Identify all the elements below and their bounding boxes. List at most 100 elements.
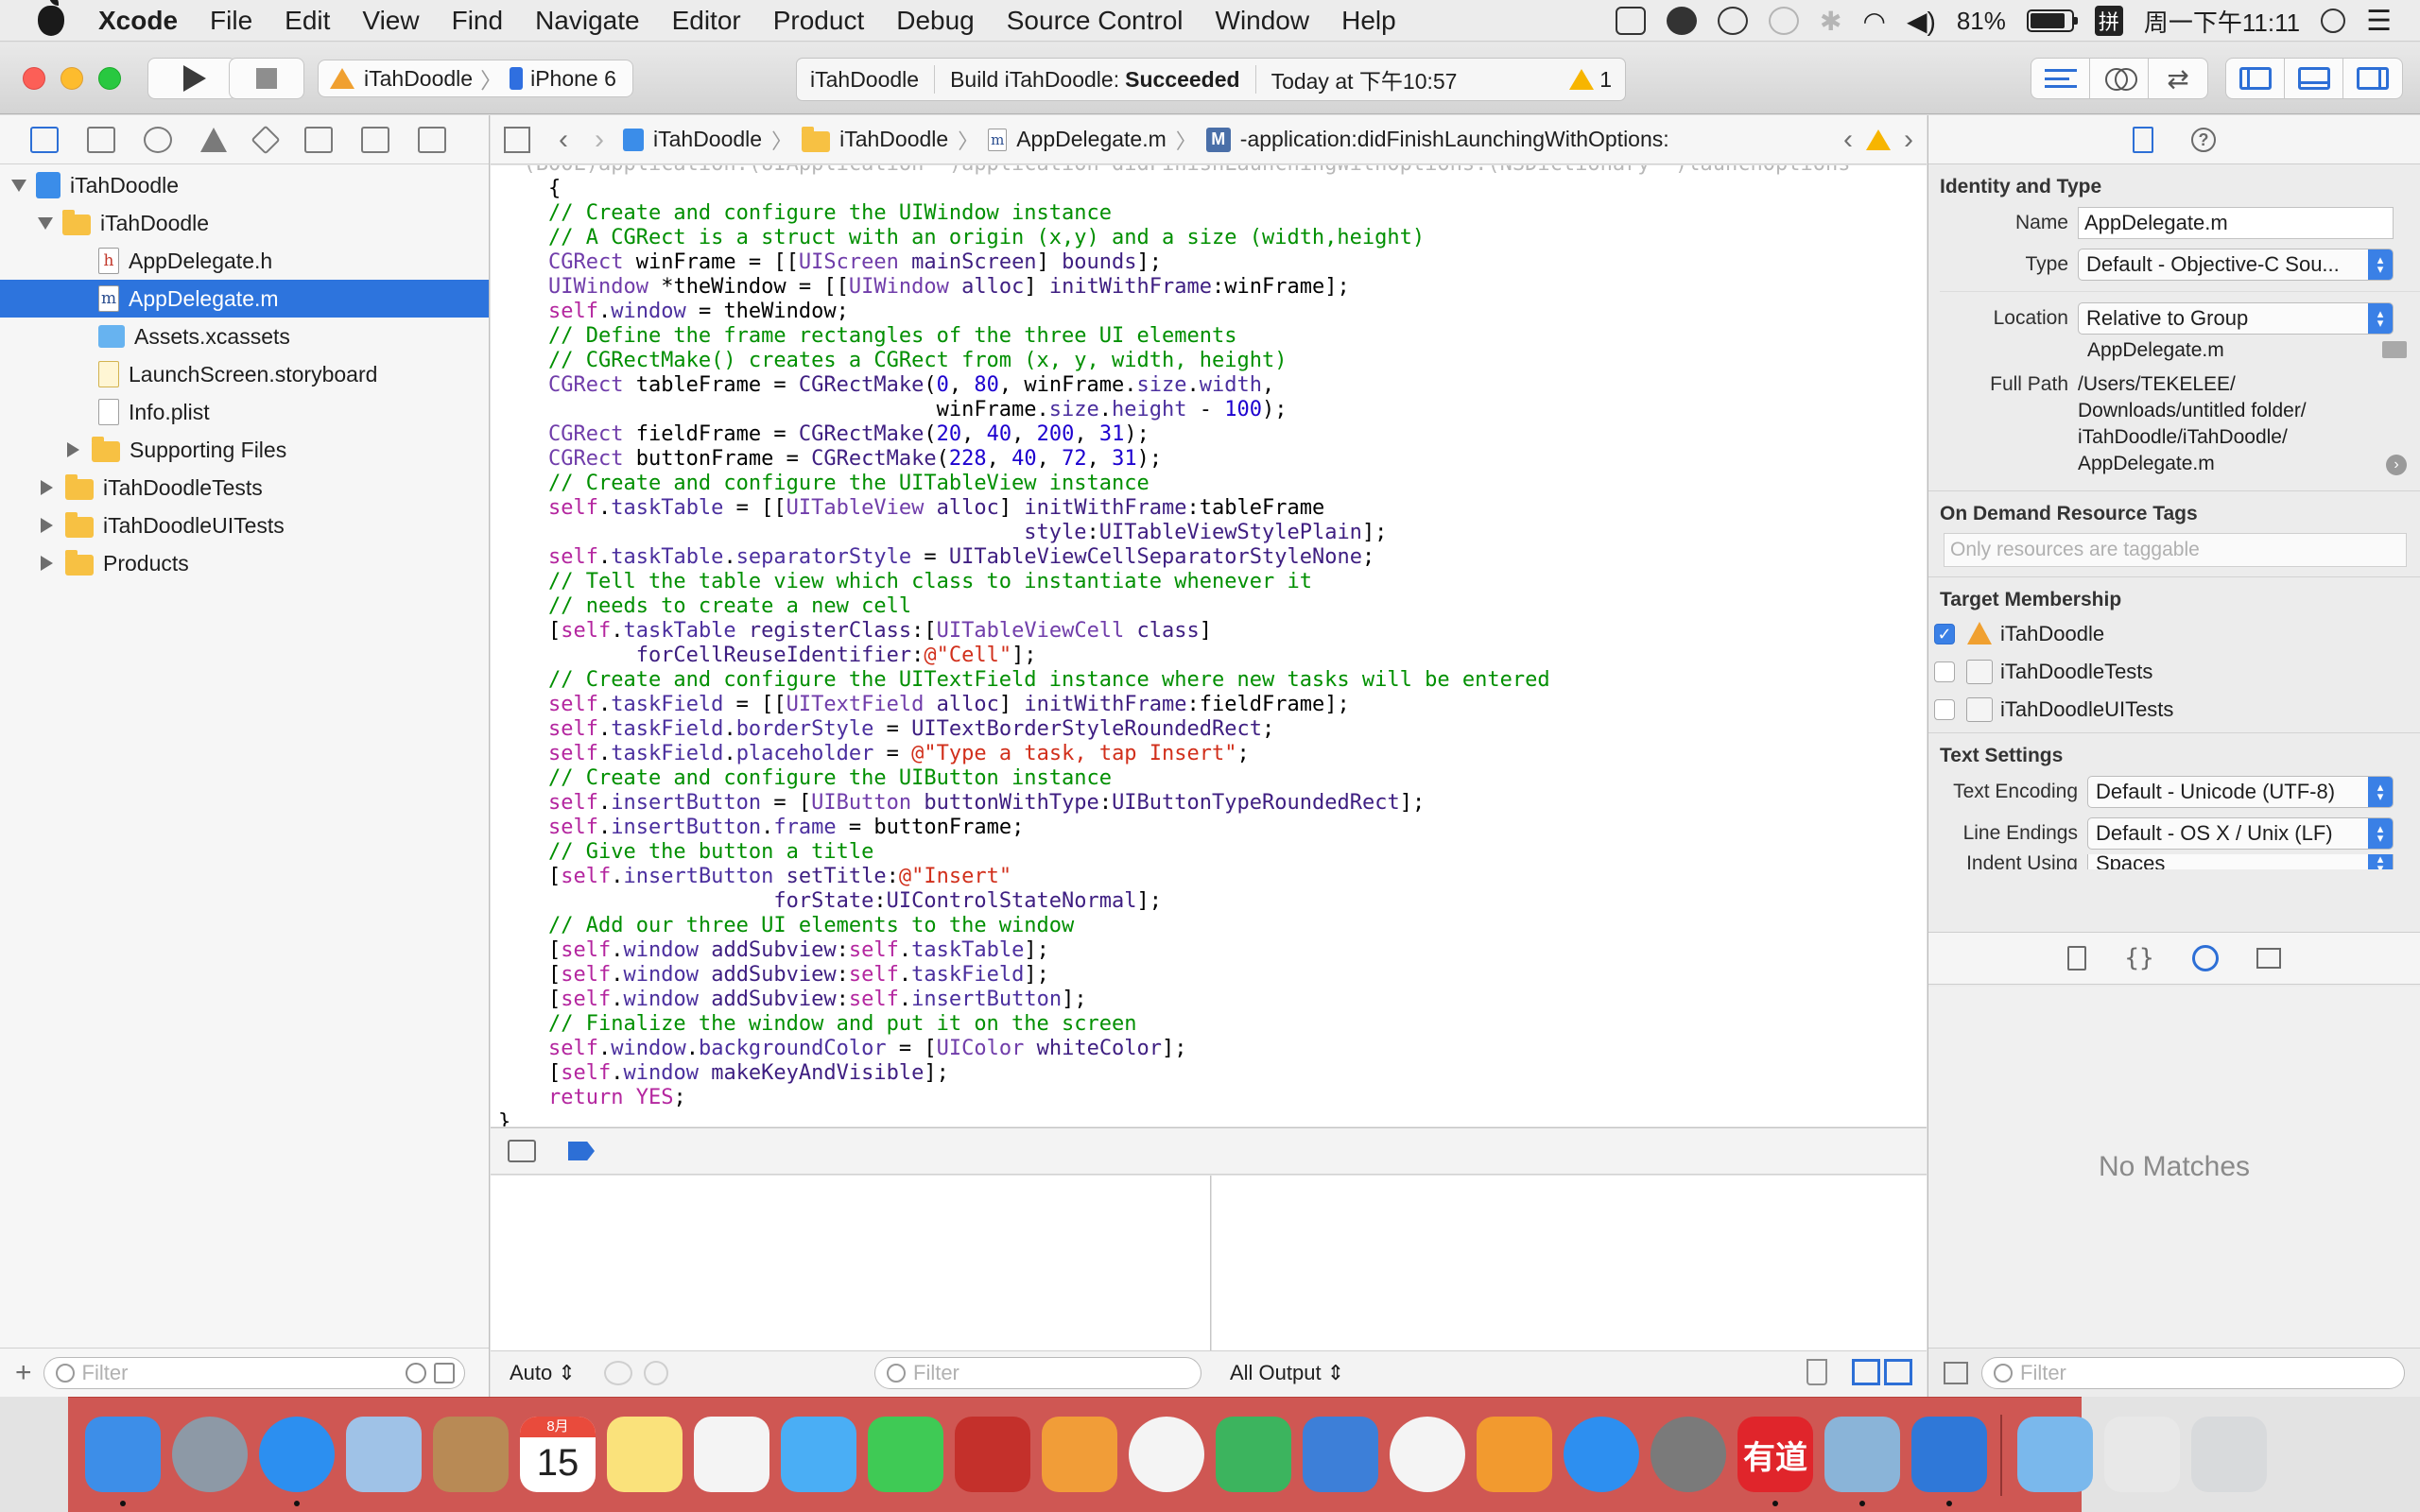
project-navigator-tab-icon[interactable] bbox=[30, 126, 59, 153]
assistant-editor-button[interactable] bbox=[2090, 59, 2149, 98]
breakpoint-navigator-tab-icon[interactable] bbox=[361, 126, 389, 153]
calendar-icon[interactable]: 8月 15 bbox=[520, 1417, 596, 1492]
code-line[interactable]: return YES; bbox=[498, 1086, 1927, 1110]
photos-icon[interactable] bbox=[1129, 1417, 1204, 1492]
disclosure-open-icon[interactable] bbox=[11, 179, 26, 192]
console-output-popup[interactable]: All Output ⇕ bbox=[1230, 1361, 1344, 1385]
warning-icon[interactable] bbox=[1866, 129, 1891, 150]
menu-debug[interactable]: Debug bbox=[880, 6, 991, 36]
menu-find[interactable]: Find bbox=[436, 6, 519, 36]
file-template-library-icon[interactable] bbox=[2067, 946, 2087, 971]
keynote-icon[interactable] bbox=[1303, 1417, 1378, 1492]
menu-help[interactable]: Help bbox=[1325, 6, 1412, 36]
breakpoints-toggle-icon[interactable] bbox=[568, 1142, 595, 1160]
disclosure-closed-icon[interactable] bbox=[41, 556, 53, 571]
jumpbar-project[interactable]: iTahDoodle bbox=[653, 127, 762, 152]
launchpad-icon[interactable] bbox=[172, 1417, 248, 1492]
battery-icon[interactable] bbox=[2026, 9, 2078, 32]
file-tree-row[interactable]: Products bbox=[0, 544, 489, 582]
find-navigator-tab-icon[interactable] bbox=[144, 126, 172, 153]
code-line[interactable]: // A CGRect is a struct with an origin (… bbox=[498, 226, 1927, 250]
disclosure-closed-icon[interactable] bbox=[41, 480, 53, 495]
menu-edit[interactable]: Edit bbox=[268, 6, 346, 36]
name-field[interactable]: AppDelegate.m bbox=[2078, 207, 2394, 239]
standard-editor-button[interactable] bbox=[2031, 59, 2090, 98]
wifi-icon[interactable]: ◠ bbox=[1863, 6, 1886, 37]
source-editor[interactable]: - (BOOL)application:(UIApplication *)app… bbox=[491, 165, 1927, 1126]
related-items-icon[interactable] bbox=[504, 126, 530, 153]
code-line[interactable]: self.insertButton = [UIButton buttonWith… bbox=[498, 791, 1927, 816]
warning-indicator[interactable]: 1 bbox=[1569, 67, 1612, 93]
code-line[interactable]: // Finalize the window and put it on the… bbox=[498, 1012, 1927, 1037]
navigator-filter-field[interactable]: Filter bbox=[43, 1356, 465, 1389]
code-line[interactable]: { bbox=[498, 177, 1927, 201]
menu-app-name[interactable]: Xcode bbox=[98, 6, 194, 36]
app-store-icon[interactable] bbox=[1564, 1417, 1639, 1492]
close-window-button[interactable] bbox=[23, 67, 45, 90]
add-file-button[interactable]: + bbox=[15, 1357, 32, 1389]
code-line[interactable]: self.window = theWindow; bbox=[498, 300, 1927, 324]
code-line[interactable]: forCellReuseIdentifier:@"Cell"]; bbox=[498, 644, 1927, 668]
symbol-navigator-tab-icon[interactable] bbox=[87, 126, 115, 153]
safari-icon[interactable] bbox=[259, 1417, 335, 1492]
scm-filter-icon[interactable] bbox=[433, 1362, 455, 1383]
next-issue-icon[interactable]: › bbox=[1904, 124, 1913, 156]
code-line[interactable]: [self.taskTable registerClass:[UITableVi… bbox=[498, 619, 1927, 644]
documents-stack-icon[interactable] bbox=[2104, 1417, 2180, 1492]
file-tree-row[interactable]: Supporting Files bbox=[0, 431, 489, 469]
menu-source-control[interactable]: Source Control bbox=[991, 6, 1200, 36]
toggle-debug-area-button[interactable] bbox=[2285, 59, 2343, 98]
notification-center-icon[interactable]: ☰ bbox=[2366, 5, 2392, 38]
code-line[interactable]: // Give the button a title bbox=[498, 840, 1927, 865]
code-line[interactable]: // Define the frame rectangles of the th… bbox=[498, 324, 1927, 349]
code-line[interactable]: CGRect fieldFrame = CGRectMake(20, 40, 2… bbox=[498, 422, 1927, 447]
file-tree-row[interactable]: iTahDoodleUITests bbox=[0, 507, 489, 544]
hide-debug-area-icon[interactable] bbox=[508, 1140, 536, 1162]
finder-icon[interactable] bbox=[85, 1417, 161, 1492]
menu-clock[interactable]: 周一下午11:11 bbox=[2144, 4, 2300, 39]
menu-view[interactable]: View bbox=[346, 6, 435, 36]
indent-popup[interactable]: Spaces ▴ ▾ bbox=[2087, 854, 2394, 869]
code-line[interactable]: self.taskTable.separatorStyle = UITableV… bbox=[498, 545, 1927, 570]
notes-icon[interactable] bbox=[607, 1417, 683, 1492]
code-line[interactable]: [self.window makeKeyAndVisible]; bbox=[498, 1061, 1927, 1086]
line-endings-popup[interactable]: Default - OS X / Unix (LF) ▴ ▾ bbox=[2087, 817, 2394, 850]
ibooks-icon[interactable] bbox=[1477, 1417, 1552, 1492]
code-line[interactable]: self.taskField = [[UITextField alloc] in… bbox=[498, 693, 1927, 717]
reveal-in-finder-icon[interactable]: › bbox=[2386, 455, 2407, 475]
jumpbar-file[interactable]: AppDelegate.m bbox=[1016, 127, 1167, 152]
target-checkbox[interactable]: ✓ bbox=[1934, 624, 1955, 644]
photo-booth-icon[interactable] bbox=[955, 1417, 1030, 1492]
code-line[interactable]: } bbox=[498, 1110, 1927, 1126]
code-line[interactable]: self.taskField.borderStyle = UITextBorde… bbox=[498, 717, 1927, 742]
console-view[interactable] bbox=[1212, 1176, 1927, 1350]
code-line[interactable]: forState:UIControlStateNormal]; bbox=[498, 889, 1927, 914]
disclosure-closed-icon[interactable] bbox=[41, 518, 53, 533]
target-checkbox[interactable] bbox=[1934, 662, 1955, 682]
variables-view[interactable] bbox=[491, 1176, 1211, 1350]
code-line[interactable]: self.taskField.placeholder = @"Type a ta… bbox=[498, 742, 1927, 766]
show-variables-icon[interactable] bbox=[1852, 1359, 1880, 1385]
test-navigator-tab-icon[interactable] bbox=[251, 124, 281, 155]
system-preferences-icon[interactable] bbox=[1651, 1417, 1726, 1492]
run-button[interactable] bbox=[147, 58, 236, 99]
code-line[interactable]: // Create and configure the UIButton ins… bbox=[498, 766, 1927, 791]
disclosure-closed-icon[interactable] bbox=[67, 442, 79, 457]
variables-filter-field[interactable]: Filter bbox=[874, 1357, 1201, 1389]
jumpbar-method[interactable]: -application:didFinishLaunchingWithOptio… bbox=[1240, 127, 1669, 152]
file-tree-row[interactable]: LaunchScreen.storyboard bbox=[0, 355, 489, 393]
choose-folder-icon[interactable] bbox=[2382, 341, 2407, 358]
scope-popup[interactable]: Auto ⇕ bbox=[510, 1361, 576, 1385]
quick-look-icon[interactable] bbox=[604, 1361, 632, 1385]
code-line[interactable]: [self.insertButton setTitle:@"Insert" bbox=[498, 865, 1927, 889]
pages-icon[interactable] bbox=[1042, 1417, 1117, 1492]
input-method-icon[interactable]: 拼 bbox=[2094, 6, 2123, 36]
menu-file[interactable]: File bbox=[194, 6, 268, 36]
code-line[interactable]: // CGRectMake() creates a CGRect from (x… bbox=[498, 349, 1927, 373]
jumpbar-group[interactable]: iTahDoodle bbox=[839, 127, 948, 152]
file-tree-row[interactable]: iTahDoodleTests bbox=[0, 469, 489, 507]
disclosure-open-icon[interactable] bbox=[38, 216, 53, 230]
volume-icon[interactable]: ◀) bbox=[1907, 6, 1936, 37]
file-type-popup[interactable]: Default - Objective-C Sou... ▴ ▾ bbox=[2078, 249, 2394, 281]
itunes-icon[interactable] bbox=[1390, 1417, 1465, 1492]
